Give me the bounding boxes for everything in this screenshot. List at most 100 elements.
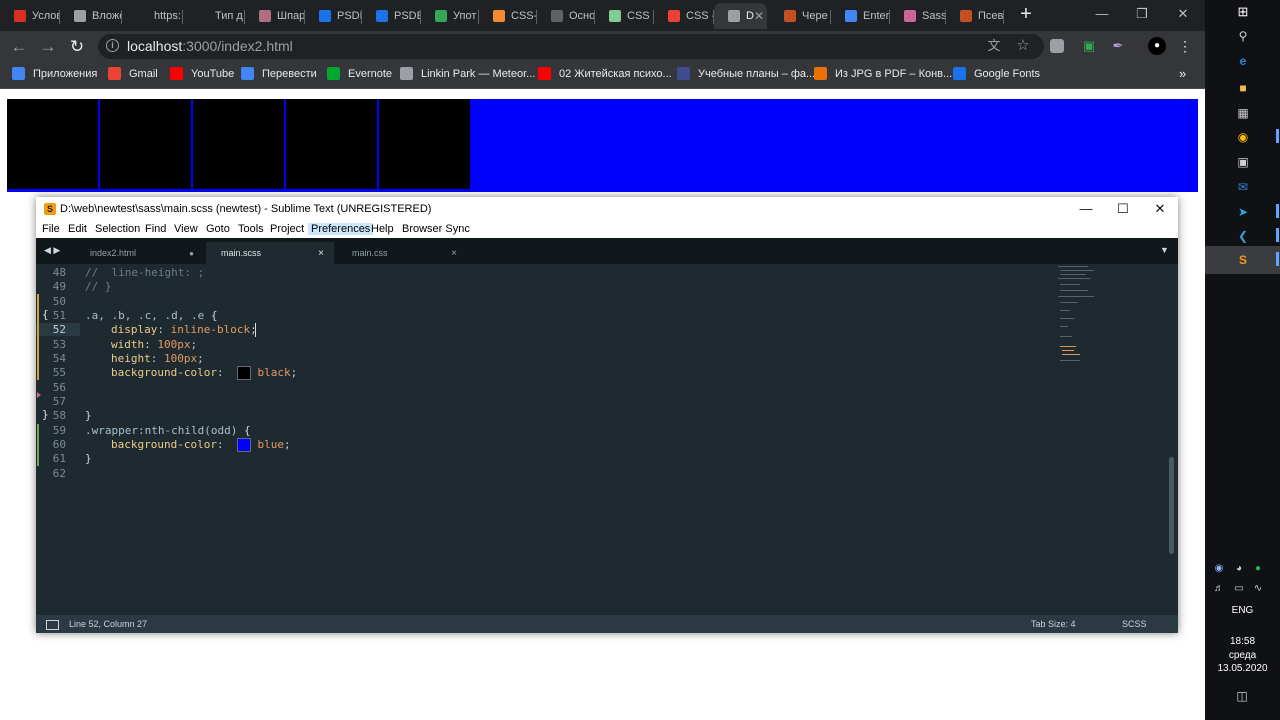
menu-file[interactable]: File (42, 223, 60, 235)
minimize-button[interactable]: — (1087, 4, 1117, 24)
mail-icon[interactable]: ✉ (1235, 179, 1251, 195)
fonts-icon (953, 67, 966, 80)
info-icon[interactable]: i (106, 39, 119, 52)
browser-tab[interactable]: Псев (946, 3, 1004, 29)
menu-find[interactable]: Find (145, 223, 166, 235)
clock-day[interactable]: среда (1205, 650, 1280, 661)
browser-tab[interactable]: Тип д (183, 3, 245, 29)
menu-help[interactable]: Help (371, 223, 394, 235)
close-tab-icon[interactable]: × (451, 248, 457, 259)
tab-size[interactable]: Tab Size: 4 (1031, 619, 1076, 629)
menu-preferences[interactable]: Preferences (308, 223, 374, 235)
fold-close-brace-icon[interactable]: } (42, 408, 49, 421)
tab-main-css[interactable]: main.css × (337, 242, 467, 264)
battery-icon[interactable]: ▭ (1232, 582, 1246, 596)
browser-tab[interactable]: Вложе (60, 3, 122, 29)
volume-icon[interactable]: ♬ (1212, 582, 1226, 596)
vertical-scrollbar[interactable] (1169, 457, 1174, 554)
bookmark-label: 02 Житейская психо... (559, 67, 672, 80)
menu-goto[interactable]: Goto (206, 223, 230, 235)
bookmark-item[interactable]: Linkin Park — Meteor... (400, 67, 535, 80)
notifications-icon[interactable]: ◫ (1234, 688, 1250, 704)
browser-tab[interactable]: Sass: (890, 3, 946, 29)
reload-button[interactable]: ↻ (66, 36, 88, 58)
browser-tab[interactable]: CSS - (595, 3, 654, 29)
close-tab-icon[interactable]: ✕ (754, 9, 764, 23)
browser-tab[interactable]: Чере (770, 3, 831, 29)
bookmark-item[interactable]: Из JPG в PDF – Конв... (814, 67, 952, 80)
browser-tab[interactable]: CSS - (654, 3, 714, 29)
clock-date[interactable]: 13.05.2020 (1205, 663, 1280, 674)
windows-start-icon[interactable]: ⊞ (1235, 4, 1251, 20)
star-icon[interactable]: ☆ (1014, 37, 1032, 55)
browser-tab[interactable]: Осно (537, 3, 595, 29)
bookmark-item[interactable]: 02 Житейская психо... (538, 67, 672, 80)
browser-tab[interactable]: CSS- (479, 3, 537, 29)
telegram-icon[interactable]: ➤ (1235, 204, 1251, 220)
menu-view[interactable]: View (174, 223, 198, 235)
bookmark-label: YouTube (191, 67, 235, 80)
profile-avatar-icon[interactable]: ● (1148, 37, 1166, 55)
chrome-icon[interactable]: ◉ (1235, 129, 1251, 145)
wifi-icon[interactable]: ∿ (1251, 582, 1265, 596)
sublime-close-button[interactable]: ✕ (1148, 200, 1172, 218)
sublime-minimize-button[interactable]: — (1074, 200, 1098, 218)
semicolon: ; (197, 352, 204, 365)
browser-tab[interactable]: https: (122, 3, 183, 29)
sublime-text-icon[interactable]: S (1235, 252, 1251, 268)
bookmark-item[interactable]: Google Fonts (953, 67, 1040, 80)
browser-tab[interactable]: Enter (831, 3, 890, 29)
minimap[interactable] (1058, 266, 1096, 366)
extension-icon[interactable] (1050, 39, 1064, 53)
clock-time[interactable]: 18:58 (1205, 636, 1280, 647)
new-tab-button[interactable]: + (1015, 4, 1037, 26)
browser-tab[interactable]: Шпар (245, 3, 305, 29)
tab-scroll-arrows-icon[interactable]: ◀ ▶ (44, 245, 60, 256)
search-icon[interactable]: ⚲ (1235, 28, 1251, 44)
spotify-icon[interactable]: ● (1251, 562, 1265, 576)
panel-toggle-icon[interactable] (46, 620, 59, 630)
menu-tools[interactable]: Tools (238, 223, 264, 235)
bookmark-item[interactable]: Gmail (108, 67, 158, 80)
feather-icon[interactable]: ✒ (1109, 37, 1127, 55)
browser-tab[interactable]: Услов (0, 3, 60, 29)
sublime-maximize-button[interactable]: ☐ (1111, 200, 1135, 218)
browser-tab[interactable]: PSDE (362, 3, 421, 29)
photos-icon[interactable]: ▣ (1235, 154, 1251, 170)
menu-edit[interactable]: Edit (68, 223, 87, 235)
more-bookmarks-button[interactable]: » (1179, 66, 1186, 81)
bookmark-item[interactable]: Evernote (327, 67, 392, 80)
fold-open-brace-icon[interactable]: { (42, 308, 49, 321)
cast-icon[interactable]: ▣ (1080, 37, 1098, 55)
tab-index2-html[interactable]: index2.html ● (80, 242, 204, 264)
edge-icon[interactable]: e (1235, 53, 1251, 69)
menu-browser-sync[interactable]: Browser Sync (402, 223, 470, 235)
tab-main-scss[interactable]: main.scss × (206, 242, 334, 264)
browser-tab[interactable]: D ✕ (714, 3, 767, 29)
translate-icon[interactable]: 文 (985, 37, 1003, 55)
syntax-mode[interactable]: SCSS (1122, 619, 1147, 629)
menu-selection[interactable]: Selection (95, 223, 140, 235)
bookmark-item[interactable]: Перевести (241, 67, 317, 80)
forward-button[interactable]: → (37, 36, 59, 58)
bookmark-item[interactable]: Приложения (12, 67, 97, 80)
youtube-icon (538, 67, 551, 80)
tab-dropdown-icon[interactable]: ▼ (1160, 245, 1169, 255)
browser-tab[interactable]: Упот (421, 3, 479, 29)
menu-kebab-icon[interactable]: ⋮ (1176, 37, 1194, 55)
input-language[interactable]: ENG (1205, 605, 1280, 616)
eye-icon[interactable]: ◕ (1232, 562, 1246, 576)
store-icon[interactable]: ▦ (1235, 105, 1251, 121)
browser-tab[interactable]: PSDE (305, 3, 362, 29)
url-text[interactable]: localhost:3000/index2.html (127, 38, 293, 54)
close-window-button[interactable]: ✕ (1168, 4, 1198, 24)
file-explorer-icon[interactable]: ■ (1235, 80, 1251, 96)
vscode-icon[interactable]: ❮ (1235, 228, 1251, 244)
bookmark-item[interactable]: YouTube (170, 67, 234, 80)
close-tab-icon[interactable]: × (318, 248, 324, 259)
back-button[interactable]: ← (8, 36, 30, 58)
bookmark-item[interactable]: Учебные планы – фа... (677, 67, 815, 80)
restore-button[interactable]: ❐ (1127, 4, 1157, 24)
network-globe-icon[interactable]: ◉ (1212, 562, 1226, 576)
menu-project[interactable]: Project (270, 223, 304, 235)
